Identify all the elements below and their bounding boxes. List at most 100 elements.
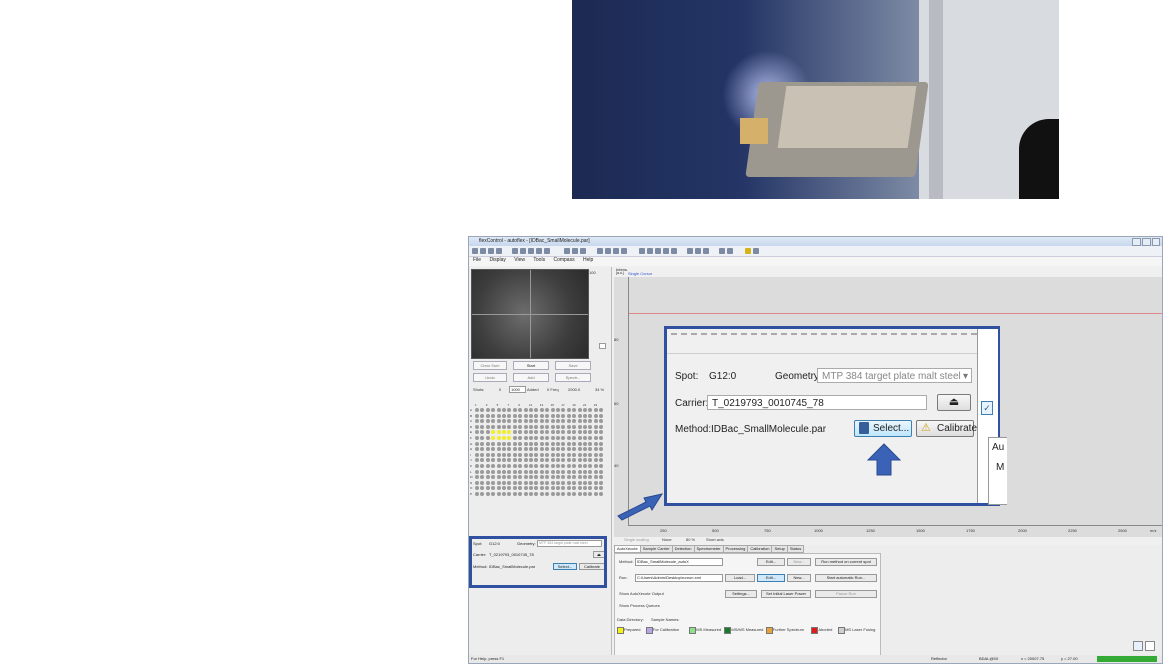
target-spot[interactable] — [593, 480, 598, 485]
target-spot[interactable] — [485, 441, 490, 446]
target-spot[interactable] — [507, 408, 512, 412]
target-spot[interactable] — [566, 424, 571, 429]
target-spot[interactable] — [480, 469, 485, 474]
target-spot[interactable] — [529, 447, 533, 452]
target-spot[interactable] — [599, 430, 604, 435]
pointer-icon[interactable] — [564, 248, 570, 254]
target-spot[interactable] — [593, 492, 598, 496]
target-spot[interactable] — [523, 436, 528, 440]
tab-detection[interactable]: Detection — [671, 545, 695, 553]
plot-toggles[interactable]: Single Cursor — [628, 271, 652, 276]
target-spot[interactable] — [512, 486, 517, 491]
layout-3-icon[interactable] — [655, 248, 661, 254]
target-spot[interactable] — [588, 424, 593, 429]
menu-tools[interactable]: Tools — [533, 257, 545, 263]
target-spot[interactable] — [480, 480, 485, 485]
spectra-button[interactable]: Spectr... — [555, 373, 591, 382]
target-spot[interactable] — [534, 430, 539, 435]
target-spot[interactable] — [545, 475, 550, 480]
target-spot[interactable] — [534, 458, 539, 463]
target-spot[interactable] — [475, 475, 479, 480]
target-spot[interactable] — [507, 441, 512, 446]
target-spot[interactable] — [566, 413, 571, 418]
target-spot[interactable] — [491, 447, 496, 452]
target-spot[interactable] — [496, 441, 501, 446]
target-spot[interactable] — [545, 419, 550, 424]
target-spot[interactable] — [556, 441, 560, 446]
target-spot[interactable] — [561, 492, 566, 496]
target-spot[interactable] — [556, 419, 560, 424]
target-spot[interactable] — [475, 464, 479, 468]
show-autoxecute-checkbox[interactable]: Show AutoXecute Output — [619, 591, 664, 596]
target-spot[interactable] — [496, 447, 501, 452]
target-spot[interactable] — [583, 436, 587, 440]
target-spot[interactable] — [480, 475, 485, 480]
target-spot[interactable] — [550, 436, 555, 440]
target-spot[interactable] — [502, 452, 506, 457]
target-spot[interactable] — [566, 475, 571, 480]
target-spot[interactable] — [534, 480, 539, 485]
target-spot[interactable] — [539, 469, 544, 474]
target-spot[interactable] — [566, 419, 571, 424]
target-spot[interactable] — [529, 475, 533, 480]
target-spot[interactable] — [502, 424, 506, 429]
target-spot[interactable] — [556, 413, 560, 418]
target-spot[interactable] — [523, 441, 528, 446]
target-spot[interactable] — [496, 408, 501, 412]
option-80[interactable]: 80 % — [686, 537, 695, 542]
target-spot[interactable] — [518, 413, 523, 418]
zoom-out-icon[interactable] — [528, 248, 534, 254]
target-spot[interactable] — [545, 452, 550, 457]
target-spot[interactable] — [485, 464, 490, 468]
lightbulb-icon[interactable] — [745, 248, 751, 254]
target-spot[interactable] — [572, 475, 577, 480]
target-spot[interactable] — [572, 452, 577, 457]
target-spot[interactable] — [588, 458, 593, 463]
target-spot[interactable] — [485, 436, 490, 440]
target-spot[interactable] — [523, 458, 528, 463]
target-spot[interactable] — [518, 486, 523, 491]
target-spot[interactable] — [523, 486, 528, 491]
target-spot[interactable] — [496, 436, 501, 440]
settings-button[interactable]: Settings... — [725, 590, 757, 598]
target-spot[interactable] — [491, 424, 496, 429]
target-spot[interactable] — [502, 419, 506, 424]
target-spot[interactable] — [507, 424, 512, 429]
start-button[interactable]: Start — [513, 361, 549, 370]
target-spot[interactable] — [502, 475, 506, 480]
target-spot[interactable] — [545, 413, 550, 418]
target-spot[interactable] — [588, 475, 593, 480]
target-spot[interactable] — [529, 492, 533, 496]
target-spot[interactable] — [518, 458, 523, 463]
target-spot[interactable] — [485, 424, 490, 429]
target-spot[interactable] — [588, 480, 593, 485]
target-spot[interactable] — [561, 408, 566, 412]
target-spot[interactable] — [496, 458, 501, 463]
target-spot[interactable] — [577, 441, 582, 446]
layout-1-icon[interactable] — [639, 248, 645, 254]
target-spot[interactable] — [550, 464, 555, 468]
target-spot[interactable] — [502, 413, 506, 418]
menu-file[interactable]: File — [473, 257, 481, 263]
target-spot[interactable] — [523, 424, 528, 429]
target-spot[interactable] — [593, 447, 598, 452]
target-spot[interactable] — [550, 430, 555, 435]
target-spot[interactable] — [518, 424, 523, 429]
tab-status[interactable]: Status — [786, 545, 805, 553]
target-spot[interactable] — [534, 464, 539, 468]
target-spot[interactable] — [518, 480, 523, 485]
target-spot[interactable] — [491, 458, 496, 463]
baseline-icon[interactable] — [605, 248, 611, 254]
target-spot[interactable] — [583, 480, 587, 485]
target-spot[interactable] — [583, 458, 587, 463]
copy-icon[interactable] — [544, 248, 550, 254]
target-spot[interactable] — [512, 424, 517, 429]
target-spot[interactable] — [588, 447, 593, 452]
tab-processing[interactable]: Processing — [722, 545, 749, 553]
target-spot[interactable] — [539, 424, 544, 429]
target-spot[interactable] — [566, 447, 571, 452]
target-spot[interactable] — [545, 480, 550, 485]
target-spot[interactable] — [491, 486, 496, 491]
target-spot[interactable] — [496, 464, 501, 468]
target-spot[interactable] — [577, 413, 582, 418]
